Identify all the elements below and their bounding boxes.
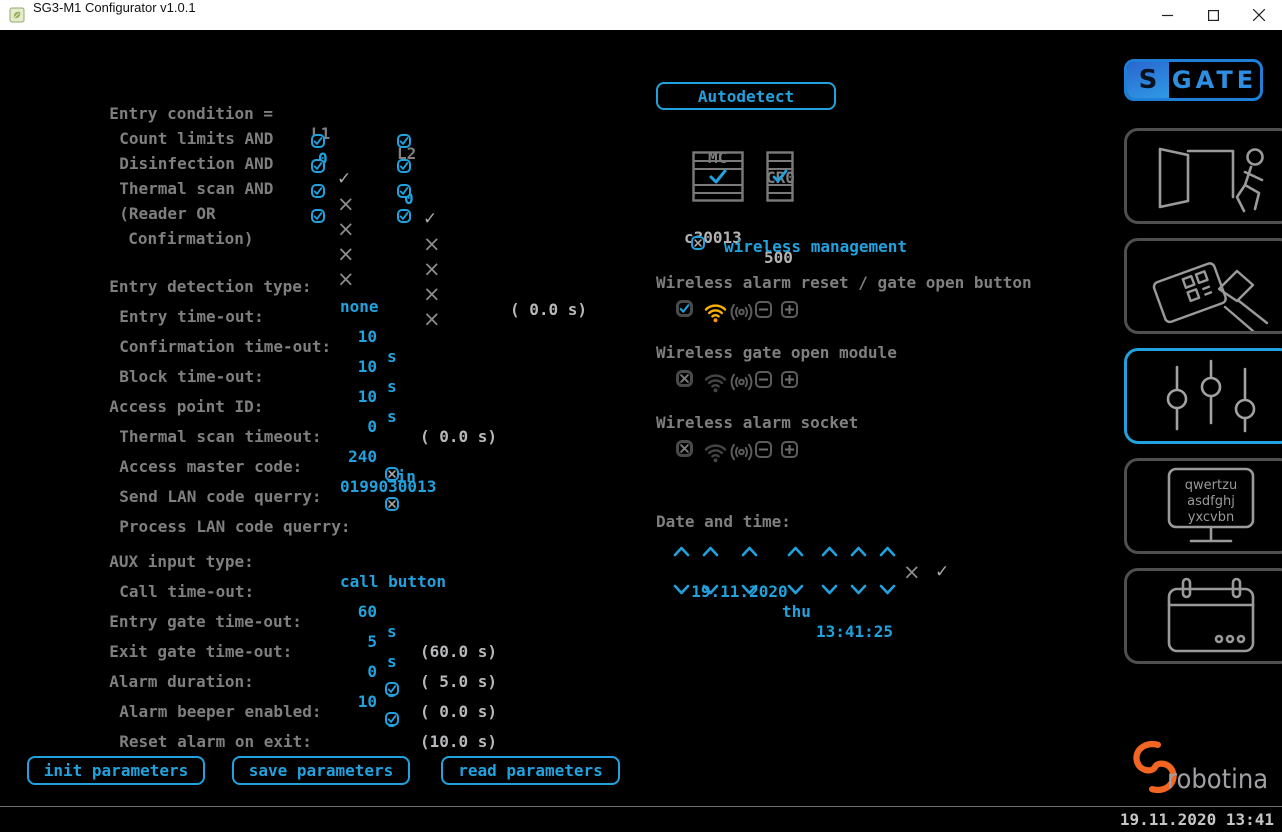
l1-checkbox[interactable] (311, 209, 325, 223)
remove-device-button[interactable] (755, 371, 772, 388)
wireless-management-label: wireless management (724, 237, 907, 257)
condition-row-thermal: Thermal scan AND × × (90, 159, 530, 181)
remove-device-button[interactable] (755, 441, 772, 458)
remove-device-button[interactable] (755, 301, 772, 318)
keyboard-line-1: qwertzu (1185, 478, 1237, 493)
l1-checkbox[interactable] (311, 134, 325, 148)
footer-divider (0, 806, 1282, 807)
broadcast-icon (728, 300, 755, 324)
window-title: SG3-M1 Configurator v1.0.1 (33, 0, 196, 15)
minute-down-arrow[interactable] (850, 584, 867, 596)
condition-row-reader: (Reader OR × × (90, 184, 530, 206)
l2-checkbox[interactable] (397, 209, 411, 223)
wireless-section-title: Wireless alarm reset / gate open button (656, 273, 1032, 293)
app-icon (9, 7, 25, 23)
second-down-arrow[interactable] (879, 584, 896, 596)
keyboard-line-2: asdfghj (1187, 494, 1235, 509)
l1-checkbox[interactable] (311, 159, 325, 173)
month-up-arrow[interactable] (702, 545, 719, 557)
wifi-icon (703, 440, 728, 464)
entry-condition-header: Entry condition = L1 L2 (90, 84, 530, 106)
close-button[interactable] (1236, 0, 1282, 30)
month-down-arrow[interactable] (702, 584, 719, 596)
time-value: 13:41:25 (816, 622, 893, 642)
cr0-device-icon (766, 151, 794, 202)
weekday-down-arrow[interactable] (787, 584, 804, 596)
minute-up-arrow[interactable] (850, 545, 867, 557)
door-person-icon (1127, 131, 1282, 221)
year-up-arrow[interactable] (741, 545, 758, 557)
add-device-button[interactable] (781, 371, 798, 388)
l2-checkbox[interactable] (397, 134, 411, 148)
sgate-logo-s: S (1127, 62, 1169, 98)
alarm-beeper-checkbox[interactable] (385, 682, 399, 696)
condition-label: Confirmation) (109, 229, 253, 248)
sgate-logo: S GATE (1124, 59, 1263, 101)
l2-checkbox[interactable] (397, 159, 411, 173)
wireless-section-title: Wireless gate open module (656, 343, 897, 363)
process-lan-checkbox[interactable] (385, 497, 399, 511)
sgate-logo-gate: GATE (1169, 62, 1260, 98)
reset-alarm-label: Reset alarm on exit: (109, 732, 312, 751)
wireless-section-title: Wireless alarm socket (656, 413, 858, 433)
hour-down-arrow[interactable] (821, 584, 838, 596)
autodetect-button[interactable]: Autodetect (656, 82, 836, 110)
titlebar: SG3-M1 Configurator v1.0.1 (0, 0, 1282, 30)
tab-entry-exit[interactable] (1124, 128, 1282, 224)
datetime-apply-icon[interactable]: ✓ (935, 562, 949, 582)
reset-alarm-checkbox[interactable] (385, 712, 399, 726)
datetime-row: 19.11.2020 thu 13:41:25 × ✓ (672, 562, 992, 682)
year-down-arrow[interactable] (741, 584, 758, 596)
wireless-management-checkbox[interactable] (691, 236, 705, 250)
tab-settings[interactable] (1124, 348, 1282, 444)
weekday-value: thu (782, 602, 811, 622)
broadcast-icon (728, 440, 755, 464)
l2-checkbox[interactable] (397, 184, 411, 198)
wireless-enabled-checkbox[interactable] (676, 440, 693, 457)
hour-up-arrow[interactable] (821, 545, 838, 557)
maximize-button[interactable] (1190, 0, 1236, 30)
wifi-icon (703, 300, 728, 324)
mc-device-icon (692, 151, 744, 202)
minimize-button[interactable] (1144, 0, 1190, 30)
card-hand-icon (1127, 241, 1282, 331)
l2-cross-icon: × (423, 234, 441, 254)
wireless-enabled-checkbox[interactable] (676, 300, 693, 317)
l1-checkbox[interactable] (311, 184, 325, 198)
sliders-icon (1127, 351, 1282, 441)
tab-keyboard[interactable]: qwertzu asdfghj yxcvbn (1124, 458, 1282, 554)
datetime-cancel-icon[interactable]: × (903, 562, 921, 582)
tab-card-reader[interactable] (1124, 238, 1282, 334)
count-limits-row: Count limits AND 0 ✓ 0 ✓ (90, 109, 530, 131)
tab-calendar[interactable] (1124, 568, 1282, 664)
save-parameters-button[interactable]: save parameters (232, 756, 410, 785)
day-up-arrow[interactable] (673, 545, 690, 557)
datetime-label: Date and time: (656, 512, 791, 532)
robotina-brand-text: robotina (1167, 764, 1268, 795)
keyboard-line-3: yxcvbn (1188, 510, 1235, 525)
wireless-enabled-checkbox[interactable] (676, 370, 693, 387)
send-lan-checkbox[interactable] (385, 467, 399, 481)
condition-row-disinfection: Disinfection AND × × (90, 134, 530, 156)
condition-row-confirmation: Confirmation) × × (90, 209, 530, 231)
second-up-arrow[interactable] (879, 545, 896, 557)
add-device-button[interactable] (781, 301, 798, 318)
wifi-icon (703, 370, 728, 394)
weekday-up-arrow[interactable] (787, 545, 804, 557)
read-parameters-button[interactable]: read parameters (441, 756, 620, 785)
broadcast-icon (728, 370, 755, 394)
device-header-row: MC CR0 (656, 128, 856, 188)
add-device-button[interactable] (781, 441, 798, 458)
init-parameters-button[interactable]: init parameters (27, 756, 205, 785)
keyboard-monitor-icon: qwertzu asdfghj yxcvbn (1127, 461, 1282, 551)
calendar-icon (1127, 571, 1282, 661)
day-down-arrow[interactable] (673, 584, 690, 596)
footer-datetime: 19.11.2020 13:41 (1120, 810, 1274, 829)
